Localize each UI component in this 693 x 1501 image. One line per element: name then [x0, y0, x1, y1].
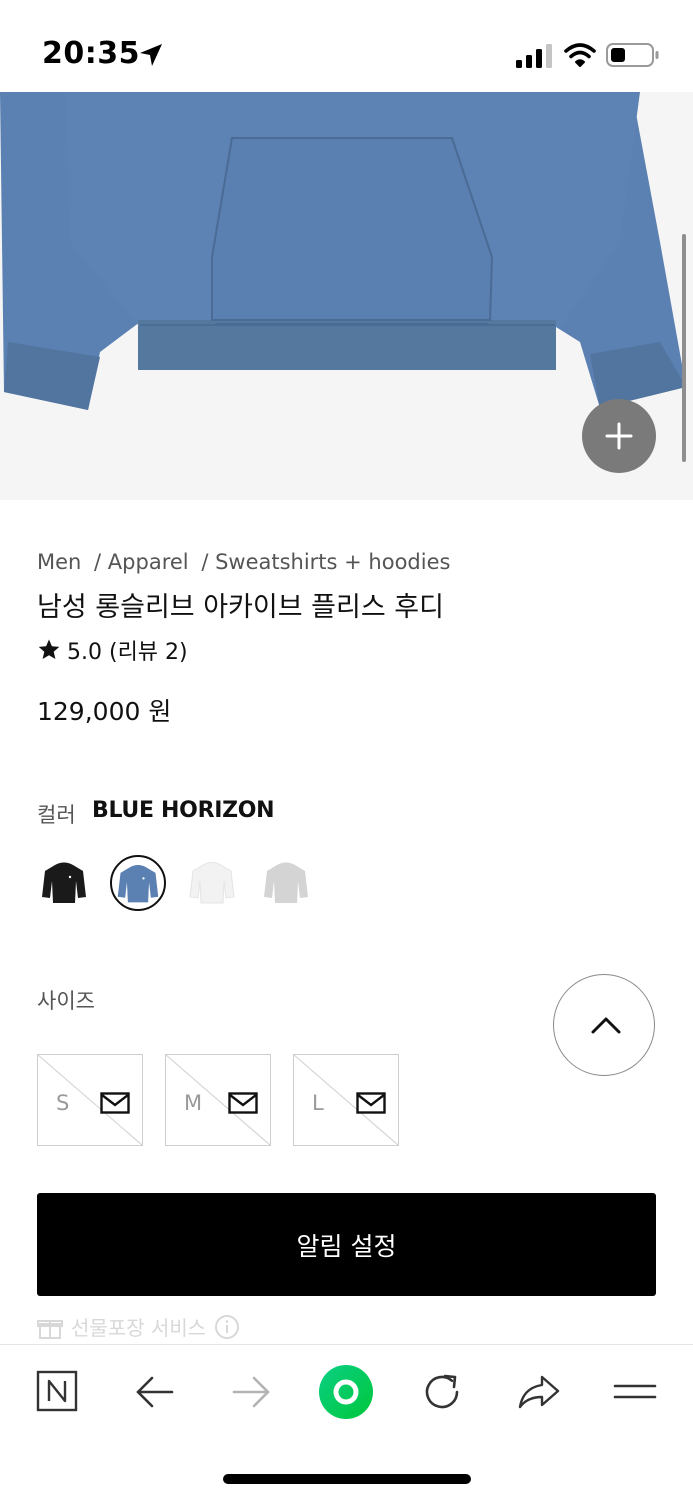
gift-wrap-row[interactable]: 선물포장 서비스 [37, 1312, 240, 1341]
menu-icon [613, 1384, 657, 1399]
mail-icon [100, 1092, 130, 1114]
gift-wrap-label: 선물포장 서비스 [71, 1316, 207, 1340]
green-dot-icon [319, 1365, 373, 1419]
size-letter: M [184, 1091, 203, 1115]
scroll-to-top-button[interactable] [553, 974, 655, 1076]
breadcrumb-men[interactable]: Men [37, 550, 81, 574]
size-letter: L [312, 1091, 324, 1115]
product-title: 남성 롱슬리브 아카이브 플리스 후디 [37, 592, 444, 623]
product-rating[interactable]: 5.0 (리뷰 2) [37, 634, 188, 666]
size-letter: S [56, 1091, 70, 1115]
naver-home-button[interactable] [33, 1367, 83, 1417]
swatch-grey[interactable] [258, 854, 314, 910]
hoodie-thumb-grey [264, 862, 308, 903]
product-price: 129,000 원 [37, 697, 172, 726]
scrollbar[interactable] [682, 234, 686, 462]
size-option-l[interactable]: L [293, 1054, 399, 1146]
rating-text: 5.0 (리뷰 2) [67, 640, 188, 665]
breadcrumb: Men / Apparel / Sweatshirts + hoodies [37, 550, 456, 574]
swatch-blue-horizon[interactable] [110, 855, 166, 911]
back-arrow-icon [136, 1376, 174, 1408]
hoodie-thumb-blue [117, 865, 159, 903]
wifi-icon [564, 43, 596, 67]
chevron-up-icon [591, 1017, 621, 1034]
forward-arrow-icon [232, 1376, 270, 1408]
menu-button[interactable] [611, 1367, 661, 1417]
location-arrow-icon [140, 44, 162, 66]
size-option-s[interactable]: S [37, 1054, 143, 1146]
breadcrumb-apparel[interactable]: / Apparel [94, 550, 189, 574]
forward-button[interactable] [226, 1367, 276, 1417]
naver-n-icon [36, 1370, 78, 1412]
color-label: 컬러 [37, 803, 76, 827]
selected-color-name: BLUE HORIZON [92, 798, 275, 823]
home-indicator[interactable] [223, 1474, 471, 1484]
refresh-button[interactable] [417, 1367, 467, 1417]
share-button[interactable] [514, 1367, 564, 1417]
star-icon [38, 639, 60, 659]
hoodie-thumb-white [189, 862, 235, 904]
info-icon[interactable] [214, 1314, 240, 1340]
back-button[interactable] [130, 1367, 180, 1417]
swatch-black[interactable] [36, 854, 92, 910]
zoom-button[interactable] [582, 399, 656, 473]
cellular-signal-icon [516, 44, 552, 68]
size-label: 사이즈 [37, 989, 95, 1013]
gift-icon [37, 1319, 63, 1339]
refresh-icon [425, 1374, 459, 1409]
breadcrumb-sweatshirts-hoodies[interactable]: / Sweatshirts + hoodies [201, 550, 450, 574]
hoodie-thumb-black [42, 862, 86, 903]
swatch-white[interactable] [184, 854, 240, 910]
notify-button[interactable]: 알림 설정 [37, 1193, 656, 1296]
mail-icon [356, 1092, 386, 1114]
battery-icon [606, 43, 659, 67]
status-bar: 20:35 [0, 0, 693, 92]
share-icon [518, 1375, 560, 1409]
size-option-m[interactable]: M [165, 1054, 271, 1146]
mail-icon [228, 1092, 258, 1114]
plus-icon [605, 422, 633, 450]
green-dot-button[interactable] [318, 1364, 374, 1420]
status-time: 20:35 [42, 36, 140, 71]
